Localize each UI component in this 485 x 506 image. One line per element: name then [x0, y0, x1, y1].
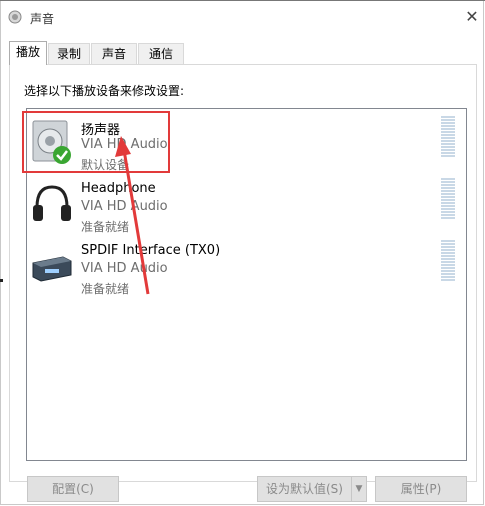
default-check-icon [53, 146, 71, 164]
volume-meter [441, 116, 455, 160]
tab-communications[interactable]: 通信 [138, 43, 184, 64]
headphone-icon [33, 185, 71, 221]
title-bar: 声音 ✕ [0, 0, 485, 34]
device-item-spdif[interactable]: SPDIF Interface (TX0) VIA HD Audio 准备就绪 [27, 233, 466, 296]
properties-button[interactable]: 属性(P) [375, 476, 467, 502]
window-title: 声音 [30, 12, 55, 26]
tab-sounds[interactable]: 声音 [91, 43, 137, 64]
configure-button[interactable]: 配置(C) [27, 476, 119, 502]
device-driver: VIA HD Audio [81, 137, 168, 152]
volume-meter [441, 240, 455, 284]
tab-recording[interactable]: 录制 [48, 43, 90, 64]
set-default-button[interactable]: 设为默认值(S) [257, 476, 352, 502]
device-status: 准备就绪 [81, 282, 130, 296]
spdif-icon [32, 256, 72, 282]
set-default-dropdown-icon[interactable]: ▼ [351, 476, 367, 502]
device-name: SPDIF Interface (TX0) [81, 243, 221, 258]
device-item-speaker[interactable]: 扬声器 VIA HD Audio 默认设备 [27, 109, 466, 172]
speaker-app-icon [8, 10, 22, 24]
device-list[interactable]: 扬声器 VIA HD Audio 默认设备 Headphone VIA HD A… [26, 108, 467, 461]
instruction-text: 选择以下播放设备来修改设置: [24, 84, 185, 98]
close-icon[interactable]: ✕ [462, 7, 482, 27]
device-driver: VIA HD Audio [81, 199, 168, 214]
device-driver: VIA HD Audio [81, 261, 168, 276]
device-name: Headphone [81, 181, 156, 196]
device-name: 扬声器 [81, 123, 121, 138]
device-item-headphone[interactable]: Headphone VIA HD Audio 准备就绪 [27, 171, 466, 234]
tab-playback[interactable]: 播放 [9, 41, 47, 65]
volume-meter [441, 178, 455, 222]
edge-marker [0, 279, 3, 282]
